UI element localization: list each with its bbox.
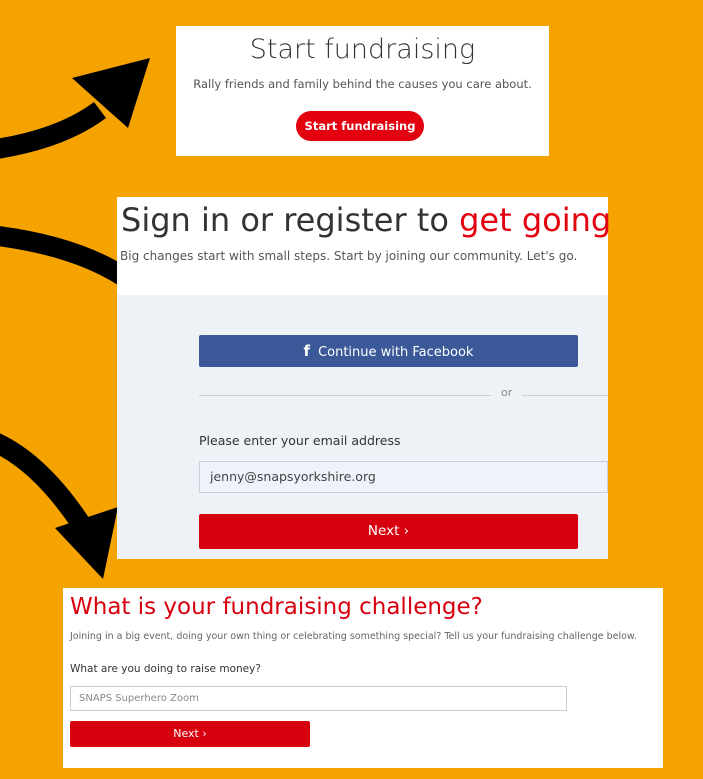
- arrowhead-3-icon: [55, 507, 118, 579]
- sign-in-subtitle: Big changes start with small steps. Star…: [120, 249, 578, 263]
- sign-in-form: f Continue with Facebook or Please enter …: [117, 295, 608, 559]
- challenge-title: What is your fundraising challenge?: [70, 594, 483, 620]
- sign-in-title: Sign in or register to get going: [121, 201, 611, 239]
- facebook-button-label: Continue with Facebook: [318, 345, 474, 360]
- divider-right: [522, 395, 608, 396]
- sign-in-header: Sign in or register to get going Big cha…: [117, 197, 611, 295]
- sign-in-next-button[interactable]: Next ›: [199, 514, 578, 549]
- challenge-question-label: What are you doing to raise money?: [70, 663, 261, 675]
- arrow-to-start-fundraising-icon: [0, 101, 106, 159]
- start-fundraising-button[interactable]: Start fundraising: [296, 111, 424, 141]
- challenge-answer-field[interactable]: SNAPS Superhero Zoom: [70, 686, 567, 711]
- challenge-next-button[interactable]: Next ›: [70, 721, 310, 747]
- sign-in-title-accent: get going: [459, 201, 612, 239]
- arrow-to-challenge-panel-icon: [0, 433, 94, 536]
- start-fundraising-panel: Start fundraising Rally friends and fami…: [176, 26, 549, 156]
- fundraising-challenge-panel: What is your fundraising challenge? Join…: [63, 588, 663, 768]
- start-fundraising-subtitle: Rally friends and family behind the caus…: [193, 77, 532, 91]
- divider-left: [199, 395, 491, 396]
- email-field[interactable]: jenny@snapsyorkshire.org: [199, 461, 608, 493]
- sign-in-panel: Sign in or register to get going Big cha…: [117, 197, 611, 559]
- email-label: Please enter your email address: [199, 433, 401, 448]
- start-fundraising-title: Start fundraising: [249, 34, 476, 65]
- challenge-subtitle: Joining in a big event, doing your own t…: [70, 631, 637, 642]
- divider-or-text: or: [501, 386, 513, 399]
- continue-with-facebook-button[interactable]: f Continue with Facebook: [199, 335, 578, 367]
- sign-in-title-prefix: Sign in or register to: [121, 201, 460, 239]
- facebook-icon: f: [303, 342, 311, 360]
